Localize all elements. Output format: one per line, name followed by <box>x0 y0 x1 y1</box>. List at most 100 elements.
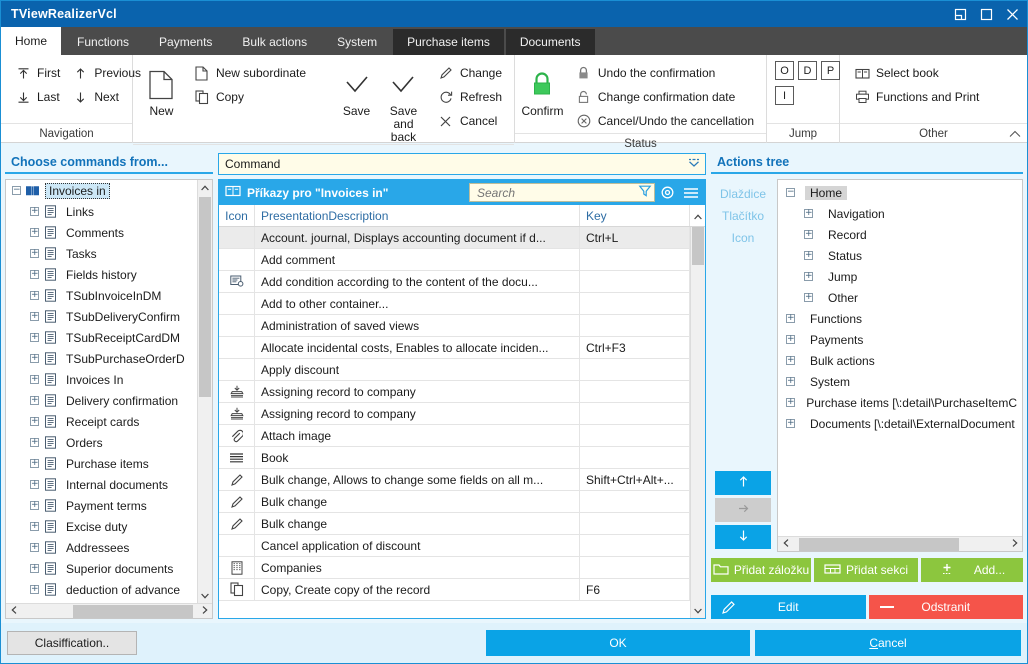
tab-functions[interactable]: Functions <box>63 29 144 55</box>
source-tree-item[interactable]: + Receipt cards <box>6 411 197 432</box>
expand-toggle-icon[interactable]: + <box>30 249 39 258</box>
actions-tree-hscroll-track[interactable] <box>793 537 1007 551</box>
source-tree-item[interactable]: + TSubDeliveryConfirm <box>6 306 197 327</box>
commands-search-box[interactable] <box>469 183 655 202</box>
source-tree-item[interactable]: + Invoices In <box>6 369 197 390</box>
table-row[interactable]: Cancel application of discount <box>219 535 690 557</box>
source-tree-item[interactable]: + TSubReceiptCardDM <box>6 327 197 348</box>
expand-toggle-icon[interactable]: + <box>30 291 39 300</box>
expand-toggle-icon[interactable]: + <box>30 501 39 510</box>
column-header-icon[interactable]: Icon <box>219 205 255 226</box>
expand-toggle-icon[interactable]: + <box>30 564 39 573</box>
jump-button-o[interactable]: O <box>775 61 794 80</box>
left-tree-vscroll-thumb[interactable] <box>199 197 211 397</box>
column-header-description[interactable]: PresentationDescription <box>255 205 580 226</box>
other-select-book-button[interactable]: Select book <box>848 61 985 85</box>
record-new-subordinate-button[interactable]: New subordinate <box>188 61 312 85</box>
source-tree-item[interactable]: + Links <box>6 201 197 222</box>
expand-toggle-icon[interactable]: + <box>30 543 39 552</box>
expand-toggle-icon[interactable]: + <box>804 272 813 281</box>
table-row[interactable]: Copy, Create copy of the record F6 <box>219 579 690 601</box>
add-command-button[interactable]: Add... <box>921 558 1023 582</box>
other-functions-and-print-button[interactable]: Functions and Print <box>848 85 985 109</box>
restore-down-icon[interactable] <box>947 2 973 26</box>
expand-toggle-icon[interactable]: + <box>30 354 39 363</box>
source-tree-item[interactable]: + Orders <box>6 432 197 453</box>
collapse-toggle-icon[interactable]: − <box>786 188 795 197</box>
nav-last-button[interactable]: Last <box>9 85 66 109</box>
source-tree-item[interactable]: − Invoices in <box>6 180 197 201</box>
actions-tree-item[interactable]: + Functions <box>778 308 1022 329</box>
record-save-and-back-button[interactable]: Save and back <box>381 61 426 144</box>
actions-tree-hscroll-thumb[interactable] <box>799 537 959 551</box>
table-row[interactable]: Book <box>219 447 690 469</box>
source-tree-item[interactable]: + Excise duty <box>6 516 197 537</box>
tab-documents[interactable]: Documents <box>505 29 595 55</box>
actions-tree-item[interactable]: + Record <box>778 224 1022 245</box>
expand-toggle-icon[interactable]: + <box>30 480 39 489</box>
expand-toggle-icon[interactable]: + <box>30 228 39 237</box>
status-confirm-button[interactable]: Confirm <box>521 61 564 118</box>
jump-button-d[interactable]: D <box>798 61 817 80</box>
cancel-button[interactable]: Cancel <box>755 630 1021 656</box>
status-change-confirmation-date-button[interactable]: Change confirmation date <box>570 85 760 109</box>
table-row[interactable]: Attach image <box>219 425 690 447</box>
tab-bulk-actions[interactable]: Bulk actions <box>228 29 322 55</box>
tab-payments[interactable]: Payments <box>145 29 227 55</box>
ok-button[interactable]: OK <box>486 630 750 656</box>
scroll-right-icon[interactable] <box>197 606 212 616</box>
record-save-button[interactable]: Save <box>334 61 379 118</box>
source-tree-item[interactable]: + TSubInvoiceInDM <box>6 285 197 306</box>
table-row[interactable]: Assigning record to company <box>219 381 690 403</box>
expand-toggle-icon[interactable]: + <box>30 585 39 594</box>
source-tree-item[interactable]: + Superior documents <box>6 558 197 579</box>
left-tree-hscroll-track[interactable] <box>21 604 197 618</box>
search-input[interactable] <box>475 184 638 201</box>
grid-vscrollbar[interactable] <box>690 227 705 618</box>
chevron-up-icon[interactable] <box>1009 129 1021 141</box>
source-tree-item[interactable]: + TSubPurchaseOrderD <box>6 348 197 369</box>
record-copy-button[interactable]: Copy <box>188 85 312 109</box>
add-bookmark-button[interactable]: Přidat záložku <box>711 558 811 582</box>
table-row[interactable]: Administration of saved views <box>219 315 690 337</box>
record-refresh-button[interactable]: Refresh <box>432 85 508 109</box>
maximize-icon[interactable] <box>973 2 999 26</box>
source-tree-item[interactable]: + Payment terms <box>6 495 197 516</box>
scroll-down-icon[interactable] <box>691 603 705 618</box>
table-row[interactable]: Add comment <box>219 249 690 271</box>
actions-tree-item[interactable]: + Navigation <box>778 203 1022 224</box>
tab-system[interactable]: System <box>323 29 392 55</box>
table-row[interactable]: Account. journal, Displays accounting do… <box>219 227 690 249</box>
expand-toggle-icon[interactable]: + <box>786 335 795 344</box>
source-tree-item[interactable]: + Tasks <box>6 243 197 264</box>
expand-toggle-icon[interactable]: + <box>786 377 795 386</box>
close-icon[interactable] <box>999 2 1025 26</box>
expand-toggle-icon[interactable]: + <box>30 375 39 384</box>
expand-toggle-icon[interactable]: + <box>30 438 39 447</box>
hamburger-icon[interactable] <box>679 182 703 204</box>
tab-purchase-items[interactable]: Purchase items <box>393 29 504 55</box>
actions-tree-item[interactable]: + Payments <box>778 329 1022 350</box>
expand-toggle-icon[interactable]: + <box>786 398 795 407</box>
scroll-up-icon[interactable] <box>693 209 702 223</box>
tab-home[interactable]: Home <box>1 27 62 55</box>
funnel-icon[interactable] <box>638 184 652 201</box>
move-down-button[interactable] <box>715 525 771 549</box>
move-up-button[interactable] <box>715 471 771 495</box>
source-tree-item[interactable]: + Comments <box>6 222 197 243</box>
record-new-button[interactable]: New <box>139 61 184 118</box>
scroll-left-icon[interactable] <box>778 539 793 549</box>
scroll-down-icon[interactable] <box>198 588 212 603</box>
chevron-double-down-icon[interactable] <box>687 157 701 172</box>
column-header-key[interactable]: Key <box>580 205 690 226</box>
table-row[interactable]: Bulk change, Allows to change some field… <box>219 469 690 491</box>
edit-button[interactable]: Edit <box>711 595 866 619</box>
source-tree-item[interactable]: + Addressees <box>6 537 197 558</box>
table-row[interactable]: Assigning record to company <box>219 403 690 425</box>
left-tree-hscrollbar[interactable] <box>6 603 212 618</box>
source-tree-item[interactable]: + Purchase items <box>6 453 197 474</box>
expand-toggle-icon[interactable]: + <box>30 333 39 342</box>
table-row[interactable]: Add condition according to the content o… <box>219 271 690 293</box>
table-row[interactable]: Allocate incidental costs, Enables to al… <box>219 337 690 359</box>
move-right-button[interactable] <box>715 498 771 522</box>
